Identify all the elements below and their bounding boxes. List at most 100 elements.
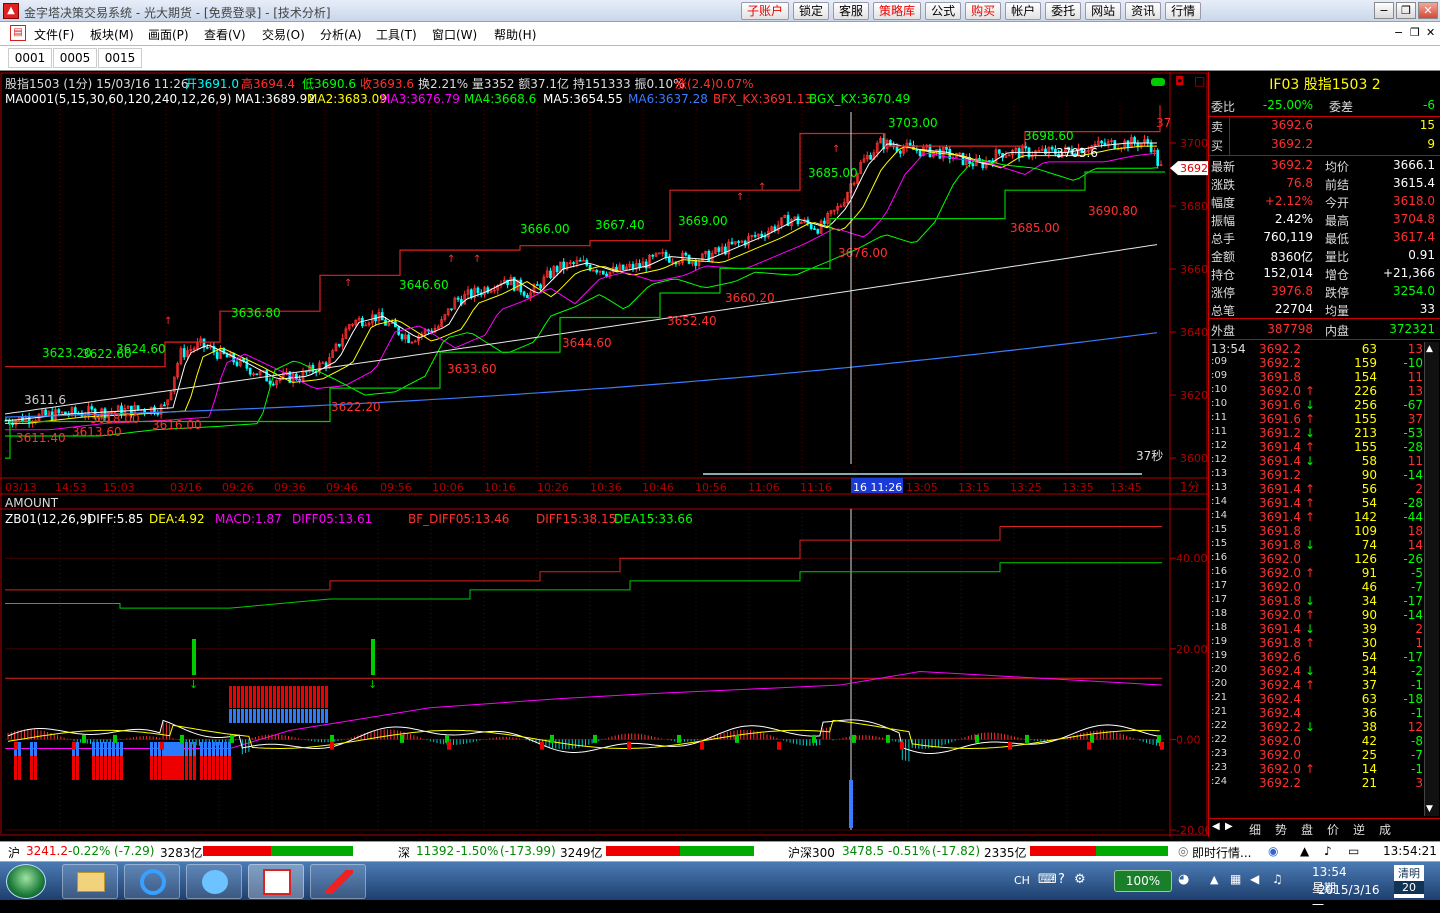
info-icon[interactable]: ◎ xyxy=(1178,844,1188,858)
top-button-1[interactable]: 锁定 xyxy=(793,2,830,20)
explorer-taskbar-icon[interactable] xyxy=(62,864,118,899)
macd-axis-label: 20.00 xyxy=(1176,643,1208,656)
scroll-up-icon[interactable]: ▲ xyxy=(1426,344,1433,354)
menu-item-4[interactable]: 交易(O) xyxy=(262,26,305,43)
ie-taskbar-icon[interactable] xyxy=(124,864,180,899)
tick-row: :22 3692.0 42 -8 xyxy=(1209,734,1423,748)
zoom-indicator[interactable]: 100% xyxy=(1114,870,1172,892)
menu-item-7[interactable]: 窗口(W) xyxy=(432,26,477,43)
candle-body xyxy=(664,251,668,258)
start-button[interactable] xyxy=(6,864,46,899)
quote-label: 均量 xyxy=(1325,304,1350,318)
tick-position-change: -7 xyxy=(1411,580,1423,594)
price-axis-label: 3640 xyxy=(1180,326,1208,339)
candle-body xyxy=(595,269,599,273)
top-button-7[interactable]: 委托 xyxy=(1045,2,1082,20)
time-axis-label: 09:56 xyxy=(380,481,412,494)
tick-volume: 56 xyxy=(1361,482,1377,496)
speaker-icon[interactable]: ◀ xyxy=(1250,872,1259,886)
menu-item-3[interactable]: 查看(V) xyxy=(204,26,246,43)
prev-icon[interactable]: ◀ xyxy=(1212,821,1220,832)
time-axis-label: 13:35 xyxy=(1062,481,1094,494)
menu-item-6[interactable]: 工具(T) xyxy=(376,26,417,43)
hs300-change: -0.51% xyxy=(888,844,931,858)
panel-tab-0[interactable]: 细 xyxy=(1249,821,1261,838)
tick-time: :22 xyxy=(1211,720,1228,731)
top-button-3[interactable]: 策略库 xyxy=(873,2,922,20)
box-icon[interactable]: □ xyxy=(1194,74,1205,88)
sell-row: 卖 3692.6 15 xyxy=(1209,117,1440,135)
chart-canvas[interactable]: 3700 3680 3660 3640 3620 3600 40.00 20.00 0.00 -2… xyxy=(0,72,1208,837)
technical-chart[interactable]: 3700 3680 3660 3640 3620 3600 40.00 20.00 0.00 -2… xyxy=(0,72,1208,837)
chart-app-taskbar-icon[interactable] xyxy=(310,864,366,899)
settings-icon[interactable]: ⚙ xyxy=(1074,872,1086,887)
panel-tab-4[interactable]: 逆 xyxy=(1353,821,1365,838)
zero-cross-marker xyxy=(852,734,856,743)
close-button[interactable]: ✕ xyxy=(1418,2,1438,19)
tab-0005[interactable]: 0005 xyxy=(53,48,97,68)
amount-label: AMOUNT xyxy=(5,496,59,510)
mdi-restore-button[interactable]: ❐ xyxy=(1410,26,1420,39)
sz-breadth-bar-down xyxy=(680,846,754,856)
keyboard-icon[interactable]: ⌨ xyxy=(1038,872,1057,887)
instant-quote-link[interactable]: 即时行情... xyxy=(1192,844,1251,861)
tab-0001[interactable]: 0001 xyxy=(8,48,52,68)
tick-time: :12 xyxy=(1211,454,1228,465)
info-high: 高3694.4 xyxy=(241,76,295,91)
ma-legend: MA0001(5,15,30,60,120,240,12,26,9) xyxy=(5,92,231,106)
buy-signal-block xyxy=(224,756,227,780)
monitor-icon[interactable]: ▭ xyxy=(1348,844,1359,858)
top-button-6[interactable]: 帐户 xyxy=(1005,2,1042,20)
next-icon[interactable]: ▶ xyxy=(1225,821,1233,832)
volume-icon[interactable]: ♫ xyxy=(1272,872,1283,886)
quote-label: 前结 xyxy=(1325,178,1350,192)
tick-volume: 34 xyxy=(1361,594,1377,608)
lang-indicator[interactable]: CH xyxy=(1014,874,1030,887)
zoom-icon[interactable]: ◘ xyxy=(1175,74,1185,88)
network-icon[interactable]: ▦ xyxy=(1230,872,1241,886)
panel-tab-5[interactable]: 成 xyxy=(1379,821,1391,838)
ie-tray-icon[interactable]: ◉ xyxy=(1268,844,1278,858)
tray-app-icon[interactable]: ◕ xyxy=(1178,872,1189,887)
menu-item-1[interactable]: 板块(M) xyxy=(90,26,134,43)
menu-item-8[interactable]: 帮助(H) xyxy=(494,26,536,43)
menu-item-5[interactable]: 分析(A) xyxy=(320,26,362,43)
tick-scrollbar[interactable]: ▲ ▼ xyxy=(1424,342,1439,816)
toggle-icon[interactable] xyxy=(1151,78,1165,86)
scroll-down-icon[interactable]: ▼ xyxy=(1426,804,1433,814)
candle-body xyxy=(44,409,47,416)
sell-signal-block xyxy=(325,686,328,708)
alert-icon[interactable]: ▲ xyxy=(1300,844,1309,858)
zero-cross-marker xyxy=(180,734,184,743)
top-button-2[interactable]: 客服 xyxy=(833,2,870,20)
tick-volume: 74 xyxy=(1361,538,1377,552)
tray-expand-icon[interactable]: ▲ xyxy=(1210,873,1218,886)
top-button-8[interactable]: 网站 xyxy=(1085,2,1122,20)
mdi-minimize-button[interactable]: − xyxy=(1394,26,1403,39)
tab-0015[interactable]: 0015 xyxy=(98,48,142,68)
calendar-widget[interactable]: 清明 20 xyxy=(1394,865,1424,898)
top-button-4[interactable]: 公式 xyxy=(925,2,962,20)
menu-item-0[interactable]: 文件(F) xyxy=(34,26,74,43)
top-button-0[interactable]: 子账户 xyxy=(741,2,790,20)
sell-signal-block xyxy=(233,686,236,708)
restore-button[interactable]: ❐ xyxy=(1396,2,1416,19)
trading-app-taskbar-icon[interactable] xyxy=(248,864,304,899)
chat-taskbar-icon[interactable] xyxy=(186,864,242,899)
panel-tab-3[interactable]: 价 xyxy=(1327,821,1339,838)
candle-body xyxy=(816,229,820,234)
tick-position-change: -26 xyxy=(1403,552,1423,566)
help-icon[interactable]: ? xyxy=(1058,872,1065,887)
menu-item-2[interactable]: 画面(P) xyxy=(148,26,189,43)
top-button-9[interactable]: 资讯 xyxy=(1125,2,1162,20)
sell-price: 3692.6 xyxy=(1271,118,1313,132)
sound-icon[interactable]: ♪ xyxy=(1324,844,1332,858)
panel-tab-1[interactable]: 势 xyxy=(1275,821,1287,838)
top-button-10[interactable]: 行情 xyxy=(1165,2,1202,20)
document-icon[interactable]: ▤ xyxy=(10,25,26,41)
clock-date[interactable]: 2015/3/16 xyxy=(1318,883,1380,897)
panel-tab-2[interactable]: 盘 xyxy=(1301,821,1313,838)
mdi-close-button[interactable]: ✕ xyxy=(1426,26,1435,39)
top-button-5[interactable]: 购买 xyxy=(965,2,1002,20)
minimize-button[interactable]: − xyxy=(1374,2,1394,19)
